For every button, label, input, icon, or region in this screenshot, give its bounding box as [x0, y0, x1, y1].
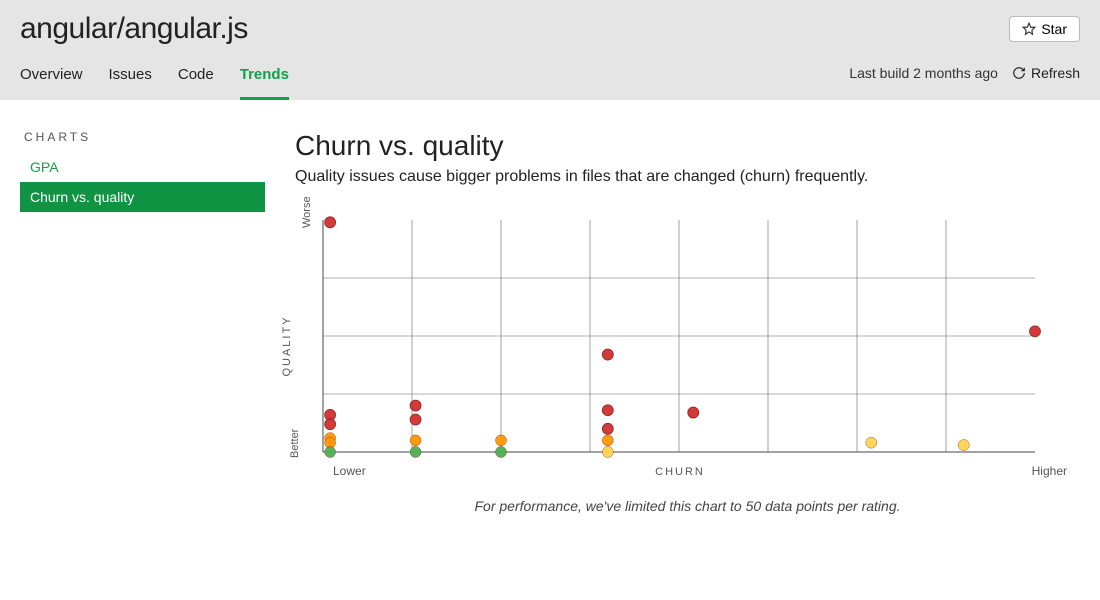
- chart-point[interactable]: [688, 407, 699, 418]
- chart-point[interactable]: [325, 217, 336, 228]
- chart-point[interactable]: [602, 447, 613, 458]
- chart-point[interactable]: [866, 437, 877, 448]
- last-build: Last build 2 months ago: [849, 65, 998, 81]
- chart-scatter: Worse Better QUALITY Lower CHURN Higher: [295, 216, 1065, 476]
- tab-issues[interactable]: Issues: [109, 56, 152, 100]
- chart-point[interactable]: [602, 405, 613, 416]
- chart-point[interactable]: [410, 414, 421, 425]
- chart-point[interactable]: [410, 447, 421, 458]
- chart-point[interactable]: [325, 447, 336, 458]
- star-label: Star: [1041, 21, 1067, 37]
- chart-point[interactable]: [496, 447, 507, 458]
- sidebar-item-gpa[interactable]: GPA: [20, 152, 265, 182]
- y-tick-worse: Worse: [301, 196, 313, 228]
- chart-point[interactable]: [602, 435, 613, 446]
- chart-point[interactable]: [410, 400, 421, 411]
- chart-description: Quality issues cause bigger problems in …: [295, 168, 1080, 186]
- sidebar: CHARTS GPAChurn vs. quality: [20, 130, 265, 514]
- tab-trends[interactable]: Trends: [240, 56, 289, 100]
- chart-point[interactable]: [496, 435, 507, 446]
- chart-point[interactable]: [410, 435, 421, 446]
- x-tick-lower: Lower: [333, 464, 366, 478]
- x-axis-label: CHURN: [655, 466, 705, 478]
- tab-overview[interactable]: Overview: [20, 56, 83, 100]
- refresh-label: Refresh: [1031, 65, 1080, 81]
- sidebar-item-churn-vs-quality[interactable]: Churn vs. quality: [20, 182, 265, 212]
- chart-point[interactable]: [958, 440, 969, 451]
- chart-title: Churn vs. quality: [295, 130, 1080, 162]
- main: Churn vs. quality Quality issues cause b…: [295, 130, 1080, 514]
- chart-svg: [295, 216, 1065, 476]
- chart-caption: For performance, we've limited this char…: [295, 498, 1080, 514]
- y-axis-label: QUALITY: [281, 315, 293, 376]
- refresh-icon: [1012, 66, 1026, 80]
- y-tick-better: Better: [289, 429, 301, 458]
- star-button[interactable]: Star: [1009, 16, 1080, 42]
- sidebar-header: CHARTS: [20, 130, 265, 152]
- chart-point[interactable]: [325, 419, 336, 430]
- chart-point[interactable]: [602, 423, 613, 434]
- tabs: Overview Issues Code Trends: [20, 56, 289, 100]
- chart-point[interactable]: [602, 349, 613, 360]
- refresh-button[interactable]: Refresh: [1012, 65, 1080, 81]
- tab-code[interactable]: Code: [178, 56, 214, 100]
- x-tick-higher: Higher: [1032, 464, 1067, 478]
- star-icon: [1022, 22, 1036, 36]
- repo-title: angular/angular.js: [20, 12, 248, 46]
- chart-point[interactable]: [1030, 326, 1041, 337]
